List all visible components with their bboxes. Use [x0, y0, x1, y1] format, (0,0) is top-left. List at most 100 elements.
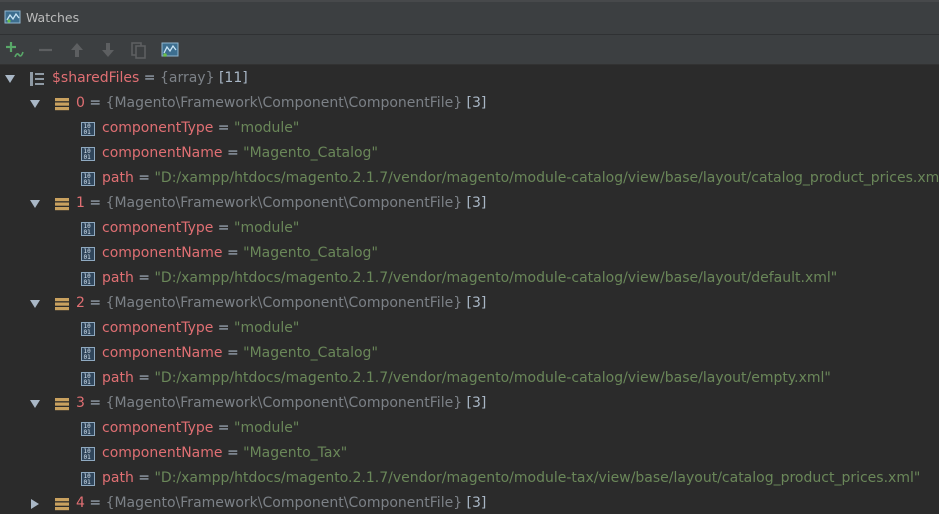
field-name: path [102, 170, 134, 186]
remove-watch-button[interactable] [35, 39, 57, 61]
field-value: "D:/xampp/htdocs/magento.2.1.7/vendor/ma… [154, 470, 921, 486]
binary-glyph: 01 [84, 479, 92, 486]
item-type: {Magento\Framework\Component\ComponentFi… [105, 295, 463, 311]
tree-field-row[interactable]: 10 01 path = "D:/xampp/htdocs/magento.2.1.… [0, 166, 939, 191]
node-label: componentName = "Magento_Catalog" [102, 344, 378, 362]
equals-sign: = [213, 220, 234, 236]
primitive-field-icon: 1001 [81, 447, 95, 461]
tree-item-row[interactable]: 1 = {Magento\Framework\Component\Compone… [0, 191, 939, 216]
primitive-field-icon: 1001 [81, 122, 95, 136]
expand-arrow-down-icon[interactable] [5, 74, 15, 84]
minus-icon [39, 48, 52, 51]
panel-title-bar: Watches [0, 0, 939, 35]
tree-field-row[interactable]: 10 01 componentName = "Magento_Catalog" [0, 241, 939, 266]
tree-field-row[interactable]: 10 01 path = "D:/xampp/htdocs/magento.2.1.… [0, 366, 939, 391]
show-watches-button[interactable] [159, 39, 181, 61]
move-down-button[interactable] [97, 39, 119, 61]
tree-field-row[interactable]: 10 01 componentName = "Magento_Catalog" [0, 141, 939, 166]
binary-glyph: 01 [84, 179, 92, 186]
tree-root-row[interactable]: $sharedFiles = {array} [11] [0, 66, 939, 91]
node-label: $sharedFiles = {array} [11] [52, 69, 248, 87]
primitive-field-icon: 1001 [81, 272, 95, 286]
binary-glyph: 01 [84, 254, 92, 261]
tree-field-row[interactable]: 10 01 path = "D:/xampp/htdocs/magento.2.1.… [0, 466, 939, 491]
panel-title: Watches [26, 9, 80, 25]
field-value: "module" [234, 120, 300, 136]
child-count: [11] [214, 70, 248, 86]
tree-field-row[interactable]: 10 01 componentType = "module" [0, 216, 939, 241]
watches-panel: Watches $sharedFiles = {array} [11] 0 = … [0, 0, 939, 514]
child-count: [3] [462, 395, 487, 411]
child-count: [3] [462, 195, 487, 211]
item-index: 3 [76, 395, 85, 411]
add-watch-icon [6, 41, 24, 57]
equals-sign: = [84, 195, 106, 211]
tree-field-row[interactable]: 10 01 componentType = "module" [0, 416, 939, 441]
field-value: "Magento_Tax" [243, 445, 348, 461]
tree-item-row[interactable]: 0 = {Magento\Framework\Component\Compone… [0, 91, 939, 116]
field-value: "Magento_Catalog" [243, 245, 378, 261]
tree-field-row[interactable]: 10 01 componentType = "module" [0, 116, 939, 141]
equals-sign: = [213, 320, 234, 336]
object-icon [55, 198, 69, 211]
expand-arrow-down-icon[interactable] [30, 99, 40, 109]
field-value: "D:/xampp/htdocs/magento.2.1.7/vendor/ma… [154, 170, 939, 186]
field-name: componentName [102, 345, 223, 361]
field-name: componentName [102, 445, 223, 461]
node-label: componentType = "module" [102, 319, 299, 337]
equals-sign: = [213, 420, 234, 436]
node-label: path = "D:/xampp/htdocs/magento.2.1.7/ve… [102, 369, 831, 387]
field-name: componentName [102, 145, 223, 161]
equals-sign: = [222, 245, 244, 261]
array-icon [30, 72, 44, 86]
equals-sign: = [133, 270, 155, 286]
tree-item-row[interactable]: 3 = {Magento\Framework\Component\Compone… [0, 391, 939, 416]
node-label: 2 = {Magento\Framework\Component\Compone… [76, 294, 486, 312]
tree-field-row[interactable]: 10 01 path = "D:/xampp/htdocs/magento.2.1.… [0, 266, 939, 291]
tree-item-row[interactable]: 4 = {Magento\Framework\Component\Compone… [0, 491, 939, 514]
primitive-field-icon: 1001 [81, 172, 95, 186]
copy-button[interactable] [128, 39, 150, 61]
expand-arrow-right-icon[interactable] [30, 499, 40, 509]
watches-tree: $sharedFiles = {array} [11] 0 = {Magento\… [0, 65, 939, 514]
item-index: 4 [76, 495, 85, 511]
equals-sign: = [222, 145, 244, 161]
item-type: {Magento\Framework\Component\ComponentFi… [105, 195, 463, 211]
variable-type: {array} [159, 70, 215, 86]
equals-sign: = [84, 395, 106, 411]
add-watch-button[interactable] [4, 39, 26, 61]
field-name: componentType [102, 120, 214, 136]
binary-glyph: 01 [84, 229, 92, 236]
tree-field-row[interactable]: 10 01 componentType = "module" [0, 316, 939, 341]
watches-chart-icon [161, 42, 179, 57]
equals-sign: = [222, 345, 244, 361]
tree-field-row[interactable]: 10 01 componentName = "Magento_Tax" [0, 441, 939, 466]
item-index: 2 [76, 295, 85, 311]
expand-arrow-down-icon[interactable] [30, 399, 40, 409]
field-value: "Magento_Catalog" [243, 145, 378, 161]
binary-glyph: 01 [84, 154, 92, 161]
field-value: "Magento_Catalog" [243, 345, 378, 361]
item-type: {Magento\Framework\Component\ComponentFi… [105, 95, 463, 111]
node-label: path = "D:/xampp/htdocs/magento.2.1.7/ve… [102, 269, 837, 287]
field-value: "D:/xampp/htdocs/magento.2.1.7/vendor/ma… [154, 370, 831, 386]
expand-arrow-down-icon[interactable] [30, 299, 40, 309]
equals-sign: = [222, 445, 244, 461]
binary-glyph: 01 [84, 329, 92, 336]
field-name: componentType [102, 420, 214, 436]
move-up-button[interactable] [66, 39, 88, 61]
primitive-field-icon: 1001 [81, 372, 95, 386]
node-label: 3 = {Magento\Framework\Component\Compone… [76, 394, 486, 412]
equals-sign: = [84, 495, 106, 511]
tree-item-row[interactable]: 2 = {Magento\Framework\Component\Compone… [0, 291, 939, 316]
arrow-down-icon [102, 42, 114, 57]
tree-field-row[interactable]: 10 01 componentName = "Magento_Catalog" [0, 341, 939, 366]
child-count: [3] [462, 295, 487, 311]
expand-arrow-down-icon[interactable] [30, 199, 40, 209]
node-label: componentName = "Magento_Catalog" [102, 244, 378, 262]
field-value: "module" [234, 420, 300, 436]
child-count: [3] [462, 495, 487, 511]
object-icon [55, 398, 69, 411]
node-label: 4 = {Magento\Framework\Component\Compone… [76, 494, 486, 512]
primitive-field-icon: 1001 [81, 222, 95, 236]
